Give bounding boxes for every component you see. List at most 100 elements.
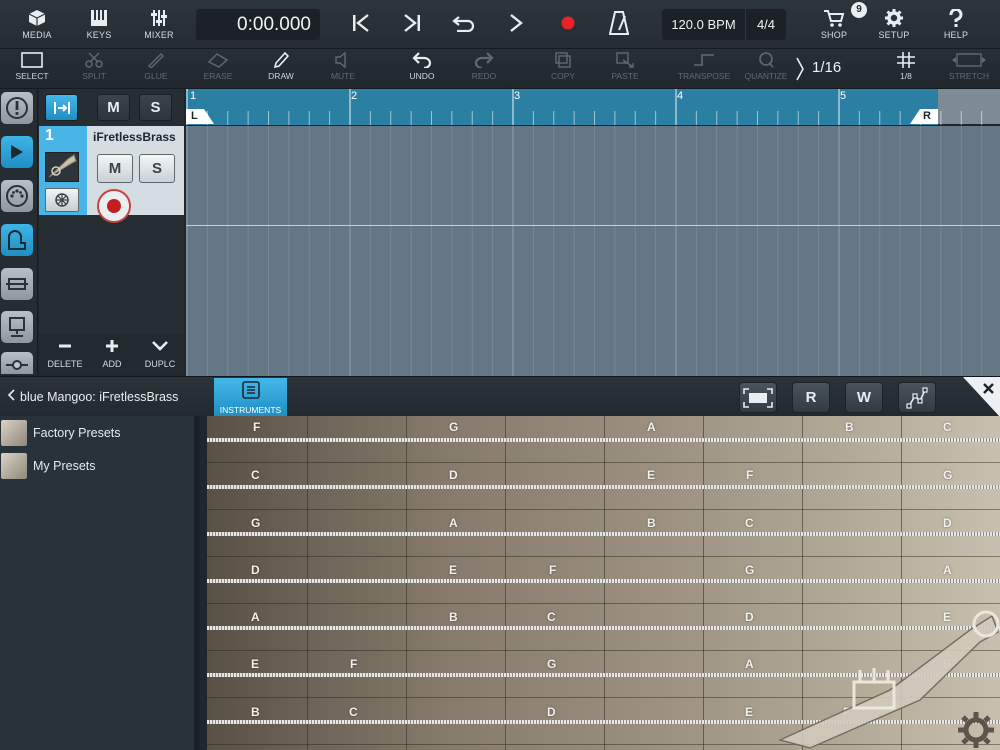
- instrument-back-link[interactable]: blue Mangoo: iFretlessBrass: [7, 389, 178, 404]
- redo-button[interactable]: REDO: [464, 52, 504, 88]
- mixer-button[interactable]: MIXER: [139, 0, 179, 48]
- bar-number: 3: [514, 90, 521, 102]
- edit-view-button[interactable]: [1, 268, 33, 300]
- track-mute-button[interactable]: M: [97, 154, 133, 183]
- glue-tool-button[interactable]: GLUE: [136, 52, 176, 88]
- string-row[interactable]: D E F G A: [207, 557, 1000, 604]
- fx-view-button[interactable]: [1, 352, 33, 374]
- stretch-button[interactable]: STRETCH: [944, 52, 994, 88]
- snowflake-icon: [55, 193, 69, 207]
- note-label: A: [943, 563, 952, 577]
- help-label: HELP: [943, 30, 969, 40]
- studio-app: MEDIA KEYS MIXER 0:00.000 120.0 BPM 4/4 …: [0, 0, 1000, 750]
- draw-label: DRAW: [268, 71, 294, 81]
- track-number-area: 1: [39, 126, 87, 215]
- note-label: F: [253, 420, 261, 434]
- chevron-down-icon: [152, 341, 168, 351]
- tempo-display[interactable]: 120.0 BPM 4/4: [662, 9, 786, 40]
- arrange-view[interactable]: [186, 126, 1000, 376]
- loop-start-marker[interactable]: L: [186, 109, 214, 124]
- timeline-ruler[interactable]: 1 2 3 4 5 L R: [186, 89, 1000, 125]
- draw-tool-button[interactable]: DRAW: [261, 52, 301, 88]
- select-tool-button[interactable]: SELECT: [12, 52, 52, 88]
- keys-button[interactable]: KEYS: [79, 0, 119, 48]
- help-button[interactable]: HELP: [938, 0, 974, 48]
- note-label: D: [745, 610, 754, 624]
- erase-tool-button[interactable]: ERASE: [198, 52, 238, 88]
- instruments-tab[interactable]: INSTRUMENTS: [214, 378, 287, 416]
- chevron-right-icon[interactable]: [795, 56, 805, 82]
- scissors-icon: [85, 52, 103, 68]
- add-track-button[interactable]: ADD: [88, 339, 136, 369]
- piano-icon: [8, 230, 26, 250]
- keys-icon: [91, 10, 107, 26]
- media-button[interactable]: MEDIA: [17, 0, 57, 48]
- note-label: E: [449, 563, 458, 577]
- delete-track-button[interactable]: DELETE: [41, 339, 89, 369]
- rewind-button[interactable]: [348, 0, 374, 48]
- record-button[interactable]: [556, 0, 580, 48]
- instrument-edit-button[interactable]: [45, 188, 79, 212]
- track-solo-button[interactable]: S: [139, 154, 175, 183]
- play-button[interactable]: [504, 0, 528, 48]
- track-options-button[interactable]: [45, 94, 78, 121]
- undo-button[interactable]: UNDO: [402, 52, 442, 88]
- media-label: MEDIA: [22, 30, 52, 40]
- pencil-icon: [273, 52, 290, 68]
- setup-label: SETUP: [878, 30, 910, 40]
- automation-button[interactable]: [898, 382, 936, 413]
- duplicate-track-button[interactable]: DUPLC: [136, 339, 184, 369]
- close-instrument-button[interactable]: [963, 377, 1000, 417]
- top-toolbar: MEDIA KEYS MIXER 0:00.000 120.0 BPM 4/4 …: [0, 0, 1000, 49]
- record-icon: [561, 16, 575, 30]
- setup-button[interactable]: SETUP: [876, 0, 912, 48]
- note-label: C: [547, 610, 556, 624]
- grid-button[interactable]: 1/8: [886, 52, 926, 88]
- track-record-arm-button[interactable]: [97, 189, 131, 223]
- string-row[interactable]: C D E F G: [207, 463, 1000, 510]
- note-label: B: [251, 705, 260, 719]
- paste-icon: [616, 52, 634, 68]
- settings-gear-icon[interactable]: [956, 710, 996, 750]
- global-mute-button[interactable]: M: [97, 94, 130, 121]
- grid-value: 1/8: [900, 71, 912, 81]
- track-name[interactable]: iFretlessBrass: [93, 130, 176, 144]
- track-row[interactable]: 1 iFretlessBrass M S: [39, 126, 184, 223]
- note-label: G: [449, 420, 459, 434]
- copy-button[interactable]: COPY: [543, 52, 583, 88]
- instrument-w-button[interactable]: W: [845, 382, 883, 413]
- loop-end-marker[interactable]: R: [910, 109, 938, 124]
- shop-button[interactable]: SHOP: [816, 0, 852, 48]
- note-label: A: [647, 420, 656, 434]
- paste-button[interactable]: PASTE: [605, 52, 645, 88]
- browser-play-button[interactable]: [1, 136, 33, 168]
- transpose-button[interactable]: TRANSPOSE: [676, 52, 732, 88]
- tempo-value: 120.0 BPM: [662, 9, 746, 40]
- preset-item-factory[interactable]: Factory Presets: [0, 418, 194, 448]
- split-tool-button[interactable]: SPLIT: [74, 52, 114, 88]
- instrument-thumbnail[interactable]: [45, 152, 79, 182]
- fullscreen-button[interactable]: [739, 382, 777, 413]
- mixer-view-button[interactable]: [1, 311, 33, 343]
- string-row[interactable]: G A B C D: [207, 510, 1000, 557]
- shop-notification-badge: 9: [851, 2, 867, 18]
- lane-divider: [186, 225, 1000, 226]
- mute-tool-button[interactable]: MUTE: [323, 52, 363, 88]
- quantize-value[interactable]: 1/16: [812, 59, 841, 76]
- info-button[interactable]: [1, 92, 33, 124]
- global-solo-button[interactable]: S: [139, 94, 172, 121]
- note-label: B: [647, 516, 656, 530]
- forward-button[interactable]: [399, 0, 425, 48]
- metronome-button[interactable]: [606, 0, 632, 48]
- instrument-r-button[interactable]: R: [792, 382, 830, 413]
- arrange-grid: [186, 126, 983, 376]
- preset-item-my[interactable]: My Presets: [0, 451, 194, 481]
- quantize-button[interactable]: QUANTIZE: [741, 52, 791, 88]
- loop-end-label: R: [923, 110, 931, 122]
- keys-label: KEYS: [86, 30, 112, 40]
- instruments-tab-label: INSTRUMENTS: [219, 405, 282, 415]
- loop-button[interactable]: [448, 0, 478, 48]
- instrument-view-button[interactable]: [1, 224, 33, 256]
- string-row[interactable]: F G A B C: [207, 416, 1000, 463]
- midi-button[interactable]: [1, 180, 33, 212]
